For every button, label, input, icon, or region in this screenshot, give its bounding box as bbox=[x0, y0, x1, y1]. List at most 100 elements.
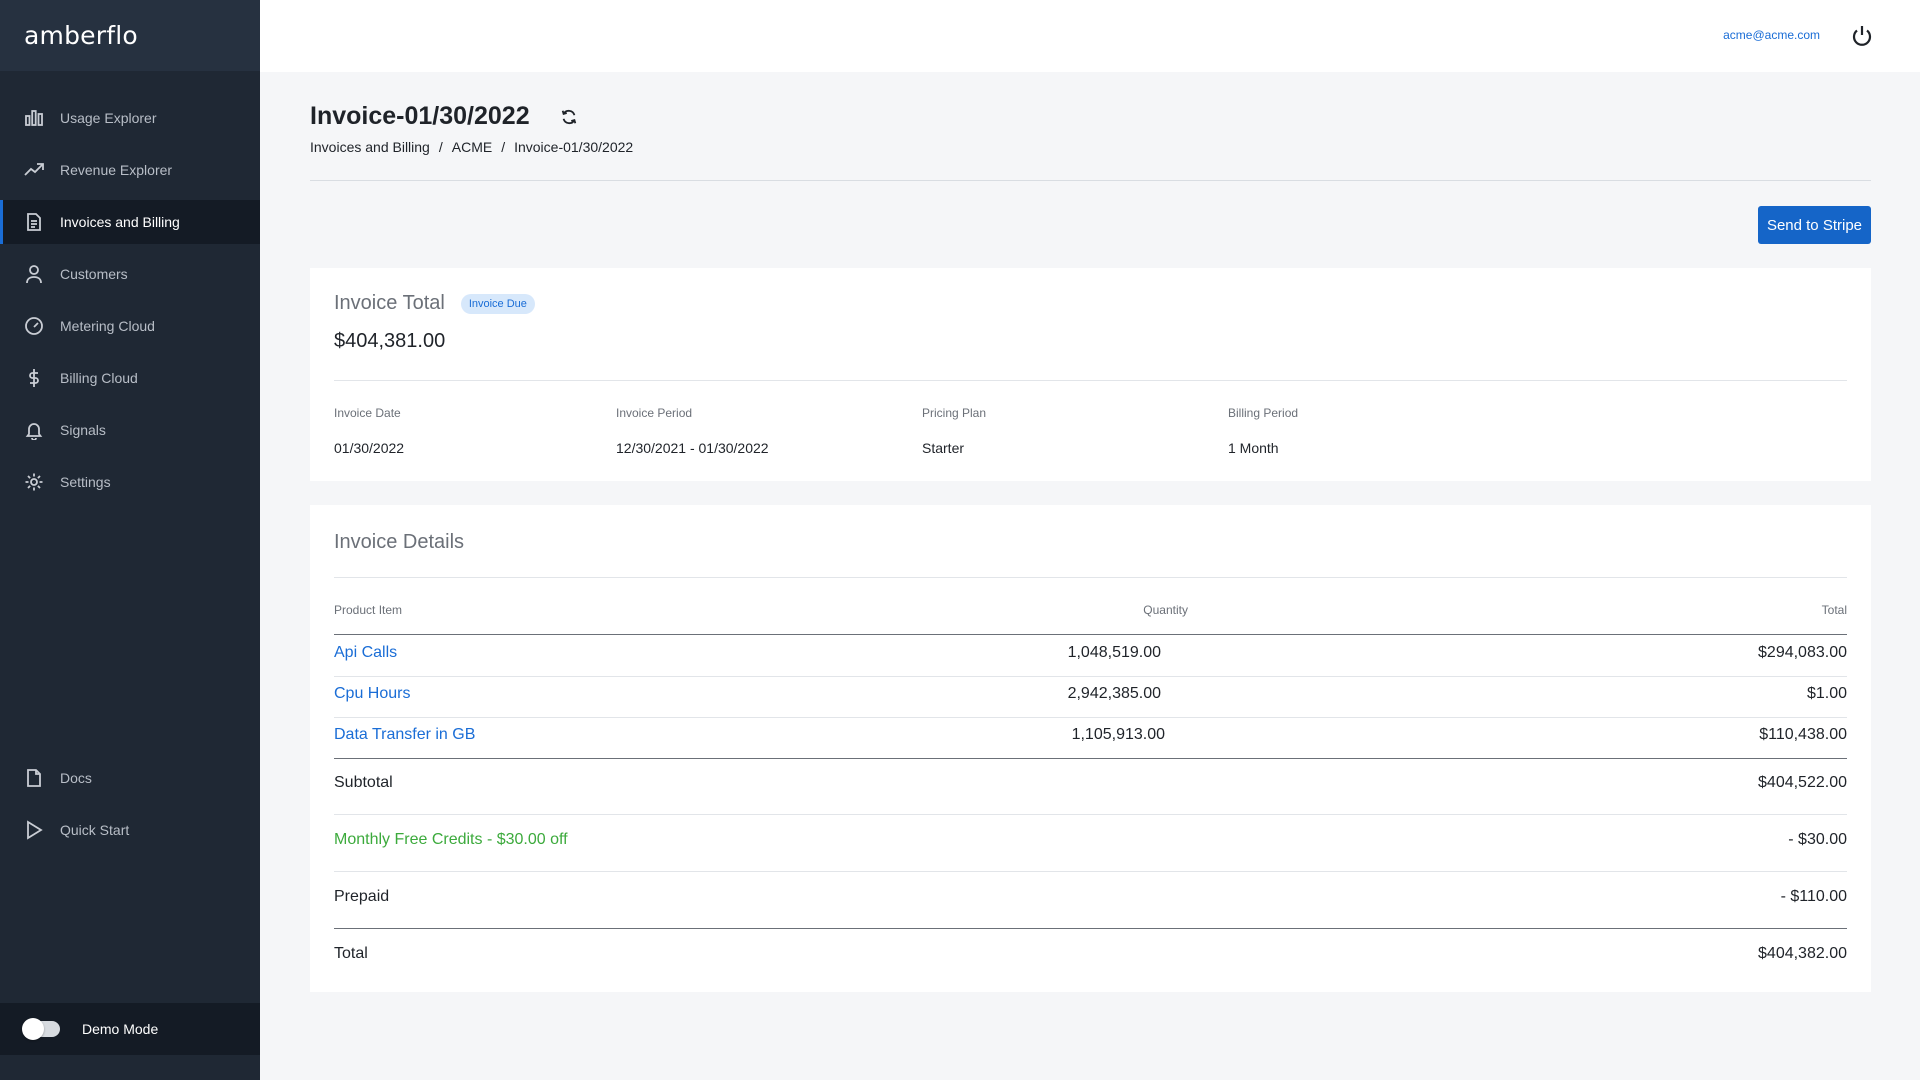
invoice-total-amount: $404,381.00 bbox=[334, 330, 446, 352]
invoice-period-label: Invoice Period bbox=[616, 406, 693, 420]
total-value: $404,382.00 bbox=[1758, 945, 1847, 962]
total-cell: $110,438.00 bbox=[1759, 726, 1847, 743]
credits-label: Monthly Free Credits - $30.00 off bbox=[334, 831, 568, 848]
subtotal-label: Subtotal bbox=[334, 774, 393, 791]
sidebar: amberflo Usage Explorer Revenue Explorer… bbox=[0, 0, 260, 1080]
breadcrumb-invoice: Invoice-01/30/2022 bbox=[514, 139, 634, 155]
sidebar-item-label: Docs bbox=[60, 770, 92, 786]
bell-icon bbox=[24, 420, 44, 440]
breadcrumb-separator: / bbox=[438, 139, 443, 155]
demo-mode-label: Demo Mode bbox=[82, 1021, 159, 1037]
header-divider bbox=[310, 180, 1871, 181]
prepaid-label: Prepaid bbox=[334, 888, 390, 905]
quantity-cell: 1,048,519.00 bbox=[1067, 644, 1161, 661]
sidebar-item-label: Revenue Explorer bbox=[60, 162, 173, 178]
file-icon bbox=[24, 768, 44, 788]
total-rule bbox=[334, 928, 1847, 929]
column-header-total: Total bbox=[1821, 603, 1847, 617]
sidebar-nav: Usage Explorer Revenue Explorer Invoices… bbox=[0, 96, 260, 512]
sidebar-item-label: Metering Cloud bbox=[60, 318, 155, 334]
invoice-total-label: Invoice Total bbox=[334, 292, 445, 314]
breadcrumb-invoices-and-billing[interactable]: Invoices and Billing bbox=[310, 139, 430, 155]
quantity-cell: 1,105,913.00 bbox=[1071, 726, 1165, 743]
document-icon bbox=[24, 212, 44, 232]
breadcrumb-separator: / bbox=[501, 139, 506, 155]
user-icon bbox=[24, 264, 44, 284]
logo[interactable]: amberflo bbox=[0, 0, 260, 71]
send-to-stripe-button[interactable]: Send to Stripe bbox=[1757, 206, 1871, 244]
refresh-icon[interactable] bbox=[560, 108, 578, 126]
gear-icon bbox=[24, 472, 44, 492]
sidebar-item-billing-cloud[interactable]: Billing Cloud bbox=[0, 356, 260, 400]
row-divider bbox=[334, 871, 1847, 872]
toggle-knob bbox=[22, 1018, 44, 1040]
total-label: Total bbox=[334, 945, 368, 962]
status-badge: Invoice Due bbox=[460, 293, 535, 314]
demo-mode-bar: Demo Mode bbox=[0, 1003, 260, 1055]
row-divider bbox=[334, 814, 1847, 815]
invoice-date-value: 01/30/2022 bbox=[334, 440, 405, 456]
invoice-details-card: Invoice Details Product Item Quantity To… bbox=[310, 505, 1871, 992]
sidebar-item-docs[interactable]: Docs bbox=[0, 756, 260, 800]
table-header-rule bbox=[334, 634, 1847, 635]
pricing-plan-field: Pricing Plan Starter bbox=[922, 406, 986, 456]
total-cell: $1.00 bbox=[1806, 685, 1847, 702]
invoice-date-label: Invoice Date bbox=[334, 406, 401, 420]
invoice-summary-card: Invoice Total Invoice Due $404,381.00 In… bbox=[310, 268, 1871, 481]
dollar-icon bbox=[24, 368, 44, 388]
sidebar-item-revenue-explorer[interactable]: Revenue Explorer bbox=[0, 148, 260, 192]
pricing-plan-label: Pricing Plan bbox=[922, 406, 987, 420]
sidebar-item-label: Quick Start bbox=[60, 822, 130, 838]
total-cell: $294,083.00 bbox=[1758, 644, 1847, 661]
pricing-plan-value: Starter bbox=[922, 440, 965, 456]
sidebar-item-customers[interactable]: Customers bbox=[0, 252, 260, 296]
logo-text: amberflo bbox=[24, 21, 138, 50]
billing-period-label: Billing Period bbox=[1228, 406, 1299, 420]
sidebar-item-label: Billing Cloud bbox=[60, 370, 138, 386]
play-icon bbox=[24, 820, 44, 840]
sidebar-item-metering-cloud[interactable]: Metering Cloud bbox=[0, 304, 260, 348]
details-divider bbox=[334, 577, 1847, 578]
sidebar-item-usage-explorer[interactable]: Usage Explorer bbox=[0, 96, 260, 140]
sidebar-item-signals[interactable]: Signals bbox=[0, 408, 260, 452]
row-divider bbox=[334, 676, 1847, 677]
user-email-link[interactable]: acme@acme.com bbox=[1723, 28, 1820, 42]
title-row: Invoice-01/30/2022 bbox=[310, 102, 578, 131]
sidebar-item-label: Customers bbox=[60, 266, 128, 282]
bar-chart-icon bbox=[24, 108, 44, 128]
credits-value: - $30.00 bbox=[1788, 831, 1847, 848]
invoice-period-field: Invoice Period 12/30/2021 - 01/30/2022 bbox=[616, 406, 769, 456]
breadcrumb-customer[interactable]: ACME bbox=[452, 139, 492, 155]
column-header-product: Product Item bbox=[334, 603, 403, 617]
invoice-total-row: Invoice Total Invoice Due bbox=[334, 292, 535, 315]
sidebar-item-quick-start[interactable]: Quick Start bbox=[0, 808, 260, 852]
invoice-details-title: Invoice Details bbox=[334, 531, 465, 553]
sidebar-item-label: Signals bbox=[60, 422, 106, 438]
trending-up-icon bbox=[24, 160, 44, 180]
breadcrumb: Invoices and Billing / ACME / Invoice-01… bbox=[310, 139, 633, 155]
power-icon[interactable] bbox=[1850, 24, 1874, 48]
gauge-icon bbox=[24, 316, 44, 336]
sidebar-item-label: Usage Explorer bbox=[60, 110, 157, 126]
sidebar-item-label: Settings bbox=[60, 474, 111, 490]
billing-period-field: Billing Period 1 Month bbox=[1228, 406, 1298, 456]
row-divider bbox=[334, 717, 1847, 718]
page-title: Invoice-01/30/2022 bbox=[310, 102, 530, 130]
sidebar-item-label: Invoices and Billing bbox=[60, 214, 180, 230]
product-link[interactable]: Cpu Hours bbox=[334, 685, 410, 703]
sidebar-item-invoices-and-billing[interactable]: Invoices and Billing bbox=[0, 200, 260, 244]
sidebar-bottom-nav: Docs Quick Start bbox=[0, 756, 260, 860]
prepaid-value: - $110.00 bbox=[1780, 888, 1847, 905]
sidebar-item-settings[interactable]: Settings bbox=[0, 460, 260, 504]
invoice-period-value: 12/30/2021 - 01/30/2022 bbox=[616, 440, 769, 456]
top-bar: acme@acme.com bbox=[260, 0, 1920, 72]
product-link[interactable]: Api Calls bbox=[334, 644, 397, 662]
subtotal-value: $404,522.00 bbox=[1758, 774, 1847, 791]
billing-period-value: 1 Month bbox=[1228, 440, 1279, 456]
summary-divider bbox=[334, 380, 1847, 381]
invoice-date-field: Invoice Date 01/30/2022 bbox=[334, 406, 404, 456]
product-link[interactable]: Data Transfer in GB bbox=[334, 726, 475, 744]
quantity-cell: 2,942,385.00 bbox=[1067, 685, 1161, 702]
demo-mode-toggle[interactable] bbox=[22, 1018, 60, 1040]
table-end-rule bbox=[334, 758, 1847, 759]
